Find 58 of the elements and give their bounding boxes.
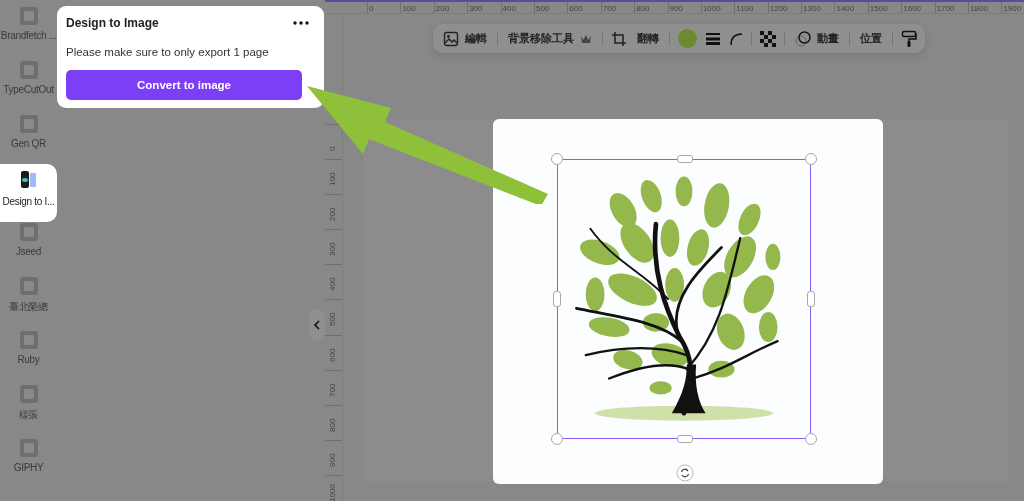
- resize-handle[interactable]: [553, 291, 561, 307]
- ruler-label: 100: [328, 172, 338, 187]
- sidebar-item[interactable]: GIPHY: [0, 436, 57, 490]
- resize-handle[interactable]: [805, 433, 817, 445]
- rotate-handle-icon[interactable]: [676, 464, 694, 482]
- resize-handle[interactable]: [807, 291, 815, 307]
- chevron-left-icon: [313, 320, 321, 330]
- sidebar-item[interactable]: TypeCutOut: [0, 58, 57, 112]
- paint-roller-icon[interactable]: [901, 29, 917, 48]
- edit-button[interactable]: 編輯: [441, 30, 489, 47]
- app-icon: [18, 330, 39, 350]
- sidebar-item[interactable]: Design to I...: [0, 164, 57, 222]
- resize-handle[interactable]: [551, 433, 563, 445]
- app-icon: [18, 276, 39, 296]
- app-icon: [18, 114, 39, 134]
- ruler-label: 1100: [734, 2, 768, 13]
- ruler-label: 1700: [934, 2, 969, 13]
- corner-rounding-icon[interactable]: [729, 31, 743, 46]
- ruler-label: 1000: [328, 484, 338, 501]
- ruler-label: 1600: [901, 2, 935, 13]
- animate-button[interactable]: 動畫: [793, 30, 841, 47]
- sidebar-item[interactable]: Gen QR: [0, 112, 57, 166]
- ruler-label: 1300: [801, 2, 835, 13]
- border-style-icon[interactable]: [705, 31, 721, 46]
- convert-button[interactable]: Convert to image: [66, 70, 302, 100]
- sidebar-item[interactable]: 臺北榮總: [0, 274, 57, 328]
- more-options-icon[interactable]: [293, 21, 309, 25]
- image-icon: [443, 30, 459, 47]
- popup-title: Design to Image: [66, 16, 159, 30]
- fill-color-swatch[interactable]: [678, 29, 697, 48]
- app-icon: [18, 222, 39, 242]
- animate-icon: [795, 30, 811, 47]
- app-icon: [18, 438, 39, 458]
- flip-button[interactable]: 翻轉: [635, 31, 661, 46]
- resize-handle[interactable]: [805, 153, 817, 165]
- app-icon: [18, 384, 39, 404]
- crop-icon[interactable]: [611, 30, 627, 47]
- ruler-label: 400: [500, 2, 534, 13]
- sidebar-item[interactable]: Brandfetch ...: [0, 4, 57, 58]
- resize-handle[interactable]: [677, 155, 693, 163]
- ruler-label: 700: [328, 383, 338, 397]
- ruler-label: 1800: [968, 2, 1002, 13]
- app-icon: [18, 60, 39, 80]
- popup-message: Please make sure to only export 1 page: [66, 46, 270, 58]
- app-icon: [18, 6, 39, 26]
- ruler-label: 1200: [767, 2, 802, 13]
- ruler-label: 1000: [700, 2, 735, 13]
- collapse-panel-button[interactable]: [309, 309, 325, 341]
- sidebar-item[interactable]: 樣張: [0, 382, 57, 436]
- ruler-label: 900: [328, 453, 338, 467]
- crown-icon: [580, 33, 592, 44]
- position-button[interactable]: 位置: [858, 31, 884, 46]
- resize-handle[interactable]: [551, 153, 563, 165]
- sidebar-item[interactable]: Jseed: [0, 220, 57, 274]
- sidebar-item[interactable]: Ruby: [0, 328, 57, 382]
- background-remover-button[interactable]: 背景移除工具: [506, 31, 594, 46]
- transparency-icon[interactable]: [760, 30, 776, 47]
- resize-handle[interactable]: [677, 435, 693, 443]
